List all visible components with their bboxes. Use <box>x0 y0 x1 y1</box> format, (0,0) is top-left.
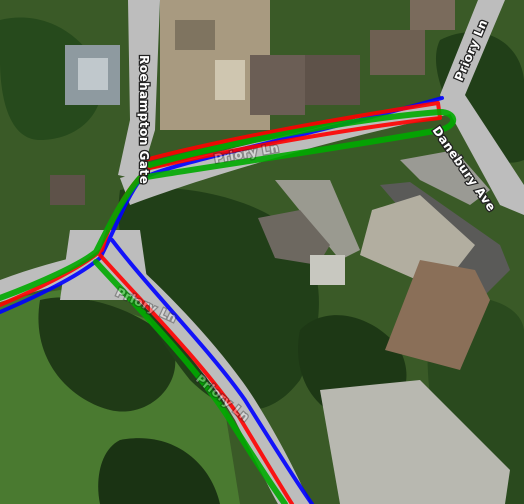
aerial-map: Roehampton Gate Priory Ln Danebury Ave P… <box>0 0 524 504</box>
building <box>305 55 360 105</box>
map-view[interactable]: Roehampton Gate Priory Ln Danebury Ave P… <box>0 0 524 504</box>
building <box>410 0 455 30</box>
street-label-roehampton-gate: Roehampton Gate <box>137 55 151 184</box>
building <box>50 175 85 205</box>
building <box>250 55 305 115</box>
building <box>370 30 425 75</box>
